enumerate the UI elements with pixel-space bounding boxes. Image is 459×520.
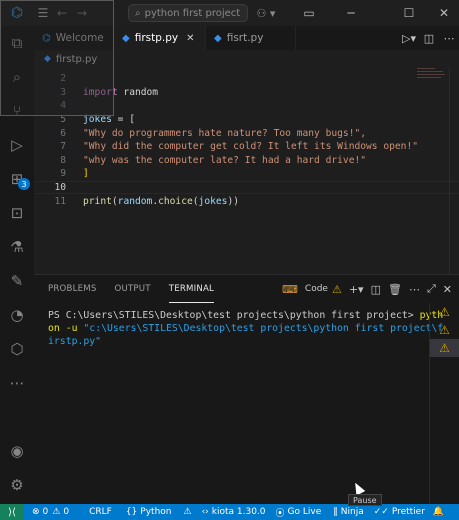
tab-problems[interactable]: PROBLEMS [48, 275, 97, 303]
tab-terminal[interactable]: TERMINAL [168, 275, 215, 303]
new-terminal-icon[interactable]: +▾ [349, 283, 364, 296]
terminal-list: ⚠ ⚠ ⚠ [429, 303, 459, 505]
tab-output[interactable]: OUTPUT [115, 275, 151, 303]
terminal-instance-warning-icon[interactable]: ⚠ [430, 339, 459, 357]
double-check-icon: ✓✓ [373, 507, 389, 517]
code-line: 8 "why was the computer late? It had a h… [34, 154, 459, 168]
warning-icon: ⚠ [52, 507, 61, 517]
terminal-path: "c:\Users\STILES\Desktop\test projects\p… [83, 323, 444, 334]
minimap[interactable] [417, 68, 447, 98]
terminal-instance-warning-icon[interactable]: ⚠ [430, 321, 459, 339]
code-line: 11 print(random.choice(jokes)) [34, 194, 459, 208]
remote-explorer-icon[interactable]: ⊡ [0, 198, 34, 228]
panel-actions: ⌨ Code ⚠ +▾ ◫ 🗑 ⋯ ⤢ ✕ [282, 275, 459, 303]
ninja-status[interactable]: ‖ Ninja [333, 507, 363, 517]
maximize-button[interactable]: ☐ [394, 0, 424, 26]
edge-icon[interactable]: ◔ [0, 300, 34, 330]
tab-firstp-py[interactable]: ◆ firstp.py ✕ [114, 26, 206, 50]
eol-status[interactable]: CRLF [89, 507, 112, 517]
run-debug-icon[interactable]: ▷ [0, 130, 34, 160]
package-icon[interactable]: ⬡ [0, 334, 34, 364]
editor-actions: ▷▾ ◫ ⋯ [399, 26, 459, 50]
braces-icon: {} [125, 507, 138, 517]
python-file-icon: ◆ [214, 32, 222, 44]
remote-icon[interactable]: ⟩⟨ [0, 504, 24, 520]
close-panel-icon[interactable]: ✕ [443, 283, 452, 296]
warning-icon: ⚠ [331, 282, 342, 296]
trash-icon[interactable]: 🗑 [388, 283, 402, 296]
terminal-name[interactable]: Code [305, 284, 328, 294]
extensions-icon[interactable]: ⊞ [0, 164, 34, 194]
line-number: 9 [60, 168, 66, 180]
code-line: 7 "Why did the computer get cold? It lef… [34, 140, 459, 154]
testing-icon[interactable]: ⚗ [0, 232, 34, 262]
code-line: 6 "Why do programmers hate nature? Too m… [34, 126, 459, 140]
close-icon[interactable]: ✕ [186, 33, 194, 44]
run-icon[interactable]: ▷▾ [399, 32, 419, 45]
kiota-status[interactable]: ‹› kiota 1.30.0 [202, 507, 266, 517]
problems-status[interactable]: ⊗ 0 ⚠ 0 [32, 507, 69, 517]
chevron-icon: ‹› [201, 507, 209, 517]
line-number: 7 [60, 141, 66, 153]
more-icon[interactable]: ⋯ [0, 368, 34, 398]
gear-icon[interactable]: ⚙ [0, 470, 34, 500]
code-text: ] [83, 168, 89, 180]
terminal-instance-warning-icon[interactable]: ⚠ [430, 303, 459, 321]
pause-icon: ‖ [333, 507, 338, 517]
more-actions-icon[interactable]: ⋯ [409, 283, 420, 296]
tab-label: firstp.py [134, 32, 179, 44]
editor-scrollbar[interactable] [449, 68, 459, 274]
bottom-panel: PROBLEMS OUTPUT TERMINAL ⌨ Code ⚠ +▾ ◫ 🗑… [34, 274, 459, 505]
tab-label: fisrt.py [226, 32, 264, 44]
status-bar: ⟩⟨ ⊗ 0 ⚠ 0 CRLF {} Python ⚠ ‹› kiota 1.30.0 … [0, 504, 459, 520]
terminal-output[interactable]: PS C:\Users\STILES\Desktop\test projects… [48, 309, 443, 348]
error-icon: ⊗ [32, 507, 40, 517]
code-line: 9 ] [34, 167, 459, 181]
command-center-search[interactable]: ⌕ python first project [128, 4, 248, 22]
terminal-path-cont: irstp.py" [48, 336, 102, 347]
minimize-button[interactable]: ─ [336, 0, 366, 26]
extensions-badge: 3 [18, 178, 30, 190]
terminal-prompt: PS C:\Users\STILES\Desktop\test projects… [48, 310, 414, 321]
line-number: 10 [54, 182, 66, 194]
account-icon[interactable]: ◉ [0, 436, 34, 466]
search-icon: ⌕ [135, 7, 141, 19]
code-text: "Why did the computer get cold? It left … [83, 141, 419, 153]
copilot-icon[interactable]: ⚇ ▾ [250, 5, 282, 21]
prettier-status[interactable]: ✓✓ Prettier [374, 507, 425, 517]
close-window-button[interactable]: ✕ [429, 0, 459, 26]
more-actions-icon[interactable]: ⋯ [439, 32, 459, 45]
tooltip: Pause [348, 494, 382, 506]
split-editor-icon[interactable]: ◫ [419, 32, 439, 45]
line-number: 11 [54, 195, 66, 207]
menu-overlay [0, 0, 114, 116]
terminal-command-cont: on -u [48, 323, 78, 334]
paintbrush-icon[interactable]: ✎ [0, 266, 34, 296]
tab-fisrt-py[interactable]: ◆ fisrt.py [206, 26, 296, 50]
terminal-profile-icon: ⌨ [282, 282, 298, 296]
maximize-panel-icon[interactable]: ⤢ [427, 282, 436, 296]
bell-icon[interactable]: 🔔 [433, 507, 444, 517]
search-placeholder: python first project [144, 7, 241, 19]
layout-toggle-icon[interactable]: ▭ [294, 0, 324, 26]
language-status[interactable]: {} Python [126, 507, 172, 517]
code-text: print(random.choice(jokes)) [83, 195, 239, 207]
python-file-icon: ◆ [122, 32, 130, 44]
line-number: 8 [60, 154, 66, 166]
go-live-button[interactable]: ⦿ Go Live [276, 506, 322, 519]
line-number: 6 [60, 127, 66, 139]
python-env-icon[interactable]: ⚠ [183, 507, 191, 517]
broadcast-icon: ⦿ [275, 508, 285, 519]
code-text: "Why do programmers hate nature? Too man… [83, 127, 367, 139]
split-terminal-icon[interactable]: ◫ [371, 283, 381, 296]
code-text: "why was the computer late? It had a har… [83, 154, 367, 166]
code-line-current: 10 [34, 180, 459, 195]
